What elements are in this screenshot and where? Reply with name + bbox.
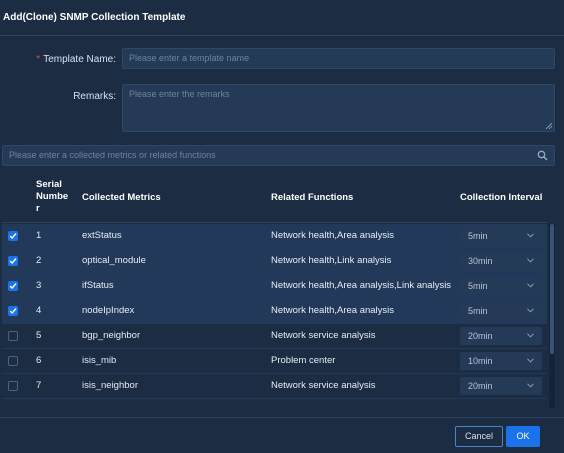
checkbox-checked[interactable]: [8, 281, 18, 291]
checkbox-unchecked[interactable]: [8, 381, 18, 391]
serial-number: 4: [36, 305, 42, 316]
checkmark-icon: [9, 258, 17, 265]
interval-select[interactable]: 5min: [460, 227, 542, 245]
checkmark-icon: [9, 308, 17, 315]
checkbox-checked[interactable]: [8, 256, 18, 266]
remarks-textarea[interactable]: Please enter the remarks: [122, 84, 555, 132]
metric-name: bgp_neighbor: [82, 330, 141, 341]
snmp-template-dialog: Add(Clone) SNMP Collection Template * Tem…: [0, 0, 564, 453]
metric-name: ifStatus: [82, 280, 114, 291]
metric-name: isis_neighbor: [82, 380, 138, 391]
header-related-functions: Related Functions: [271, 192, 354, 203]
related-functions: Network service analysis: [271, 380, 376, 391]
related-functions: Network health,Link analysis: [271, 255, 392, 266]
interval-select[interactable]: 20min: [460, 377, 542, 395]
chevron-down-icon: [527, 383, 534, 388]
metric-name: optical_module: [82, 255, 146, 266]
metric-name: isis_mib: [82, 355, 117, 366]
serial-number: 6: [36, 355, 42, 366]
dialog-title: Add(Clone) SNMP Collection Template: [0, 0, 564, 36]
interval-value: 20min: [468, 331, 493, 341]
resize-grip-icon[interactable]: [546, 123, 552, 129]
table-header: Serial Numbe r Collected Metrics Related…: [2, 172, 547, 223]
related-functions: Problem center: [271, 355, 336, 366]
serial-number: 1: [36, 230, 42, 241]
chevron-down-icon: [527, 333, 534, 338]
serial-number: 2: [36, 255, 42, 266]
required-mark: *: [36, 54, 41, 65]
interval-value: 5min: [468, 306, 488, 316]
remarks-label: Remarks:: [73, 91, 116, 102]
checkmark-icon: [9, 233, 17, 240]
scrollbar-thumb[interactable]: [550, 224, 554, 354]
template-name-label: * Template Name:: [36, 54, 116, 65]
remarks-placeholder: Please enter the remarks: [129, 89, 230, 99]
interval-value: 5min: [468, 281, 488, 291]
table-row[interactable]: 6 isis_mib Problem center 10min: [2, 349, 547, 374]
interval-value: 30min: [468, 256, 493, 266]
interval-value: 10min: [468, 356, 493, 366]
table-row[interactable]: 1 extStatus Network health,Area analysis 5m…: [2, 224, 547, 249]
serial-number: 5: [36, 330, 42, 341]
ok-button[interactable]: OK: [506, 426, 540, 447]
checkbox-checked[interactable]: [8, 306, 18, 316]
checkmark-icon: [9, 283, 17, 290]
related-functions: Network health,Area analysis,Link analys…: [271, 280, 452, 291]
table-row[interactable]: 5 bgp_neighbor Network service analysis 20m…: [2, 324, 547, 349]
interval-select[interactable]: 10min: [460, 352, 542, 370]
checkbox-unchecked[interactable]: [8, 331, 18, 341]
interval-value: 20min: [468, 381, 493, 391]
template-name-placeholder: Please enter a template name: [129, 53, 250, 63]
interval-select[interactable]: 30min: [460, 252, 542, 270]
table-row[interactable]: 4 nodeIpIndex Network health,Area analysis…: [2, 299, 547, 324]
template-name-input[interactable]: Please enter a template name: [122, 48, 555, 69]
chevron-down-icon: [527, 258, 534, 263]
metric-name: nodeIpIndex: [82, 305, 135, 316]
table-row[interactable]: 3 ifStatus Network health,Area analysis,Li…: [2, 274, 547, 299]
related-functions: Network health,Area analysis: [271, 230, 395, 241]
checkbox-unchecked[interactable]: [8, 356, 18, 366]
chevron-down-icon: [527, 283, 534, 288]
search-input[interactable]: Please enter a collected metrics or rela…: [2, 145, 555, 166]
cancel-button[interactable]: Cancel: [455, 426, 503, 447]
serial-number: 7: [36, 380, 42, 391]
checkbox-checked[interactable]: [8, 231, 18, 241]
metrics-table: Serial Numbe r Collected Metrics Related…: [2, 172, 555, 408]
footer-divider: [0, 417, 564, 418]
table-row[interactable]: 7 isis_neighbor Network service analysis 20…: [2, 374, 547, 399]
related-functions: Network health,Area analysis: [271, 305, 395, 316]
table-row[interactable]: 2 optical_module Network health,Link analy…: [2, 249, 547, 274]
interval-select[interactable]: 5min: [460, 302, 542, 320]
serial-number: 3: [36, 280, 42, 291]
search-placeholder: Please enter a collected metrics or rela…: [9, 150, 216, 160]
metric-name: extStatus: [82, 230, 122, 241]
interval-value: 5min: [468, 231, 488, 241]
chevron-down-icon: [527, 358, 534, 363]
interval-select[interactable]: 20min: [460, 327, 542, 345]
table-scrollbar[interactable]: [549, 224, 555, 408]
related-functions: Network service analysis: [271, 330, 376, 341]
search-icon[interactable]: [537, 150, 548, 161]
chevron-down-icon: [527, 233, 534, 238]
header-serial: Serial Numbe r: [36, 179, 69, 214]
interval-select[interactable]: 5min: [460, 277, 542, 295]
header-collected-metrics: Collected Metrics: [82, 192, 161, 203]
header-collection-interval: Collection Interval: [460, 192, 543, 203]
chevron-down-icon: [527, 308, 534, 313]
